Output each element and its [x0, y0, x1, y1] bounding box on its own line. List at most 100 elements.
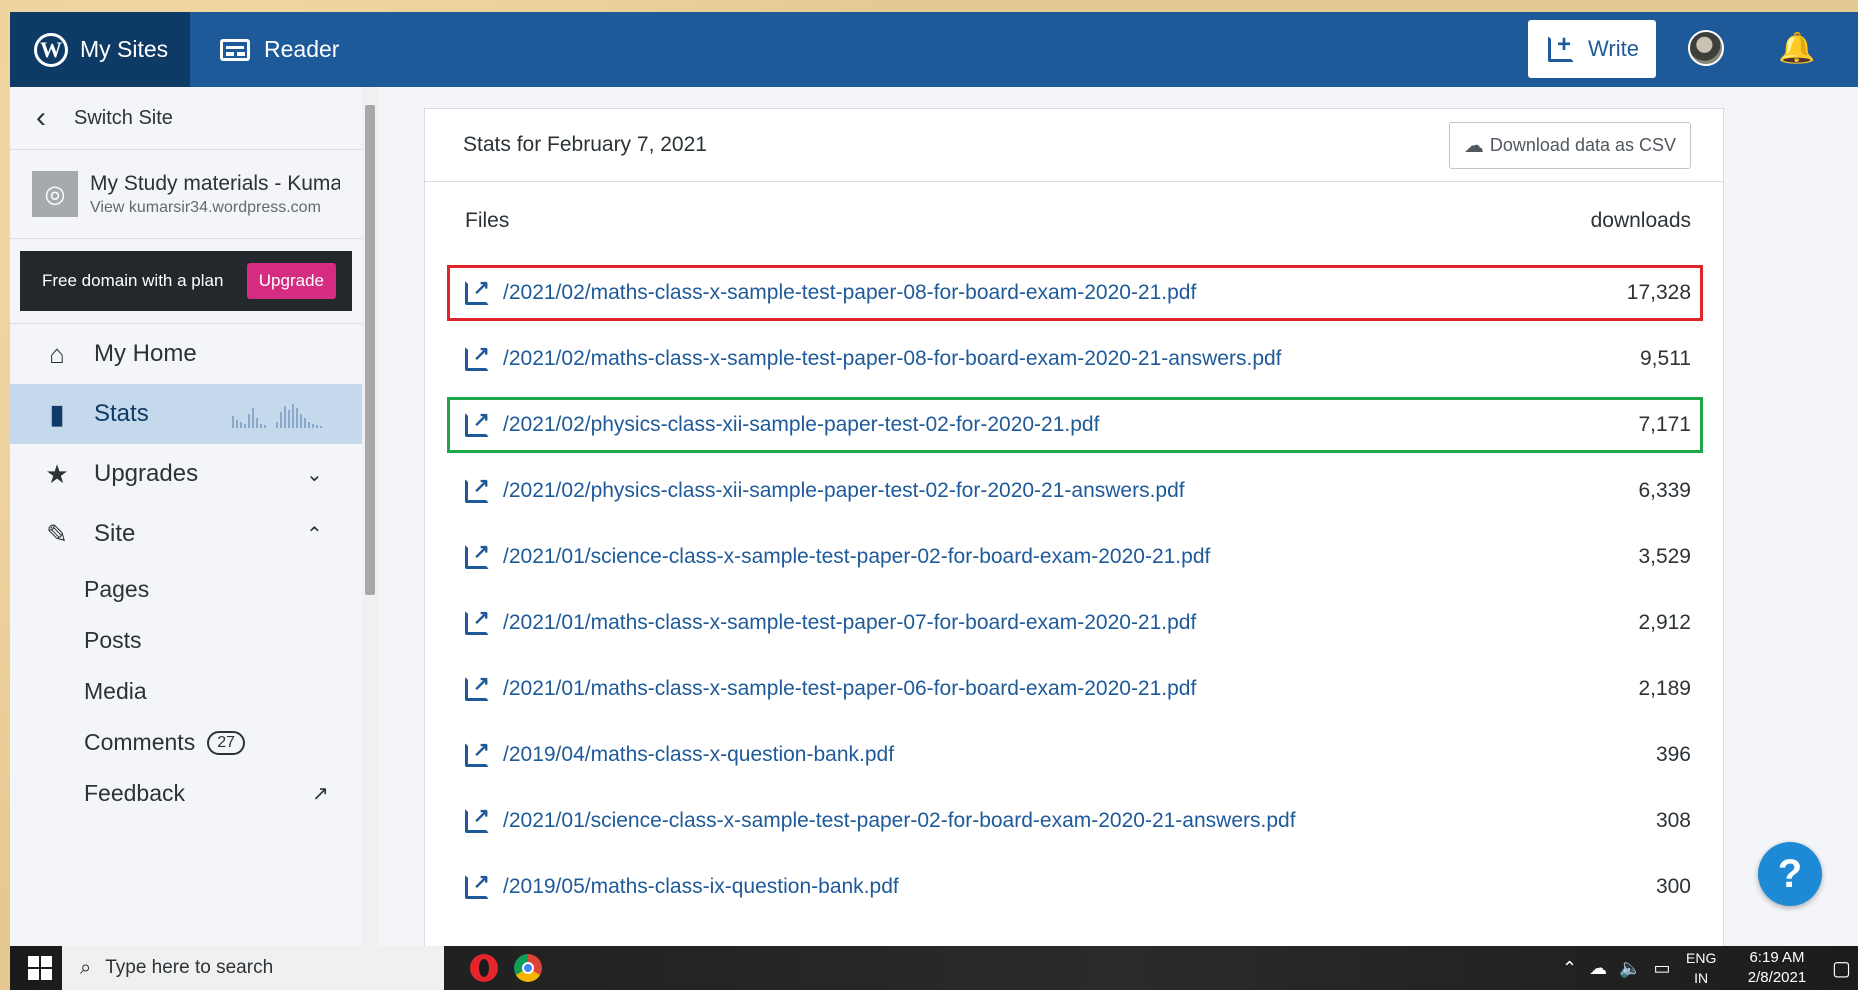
external-link-icon: ↗: [312, 783, 329, 805]
avatar[interactable]: [1688, 30, 1724, 66]
external-link-icon: ↗: [465, 343, 490, 371]
onedrive-icon[interactable]: ☁: [1589, 958, 1607, 979]
switch-site-button[interactable]: ‹ Switch Site: [10, 87, 362, 150]
external-link-icon: ↗: [465, 409, 490, 437]
taskbar-search-input[interactable]: ⌕ Type here to search: [62, 946, 444, 990]
volume-icon[interactable]: 🔈: [1619, 958, 1641, 979]
file-name: /2021/02/physics-class-xii-sample-paper-…: [503, 479, 1185, 502]
wordpress-logo-icon: W: [34, 32, 68, 67]
lang-code: ENG: [1686, 950, 1717, 966]
domain-promo: Free domain with a plan Upgrade: [20, 251, 352, 311]
sidebar-item-label: Pages: [84, 576, 150, 602]
sidebar-item-comments[interactable]: Comments 27: [10, 717, 362, 768]
home-icon: ⌂: [49, 338, 65, 369]
download-csv-button[interactable]: ☁ Download data as CSV: [1448, 121, 1691, 169]
write-button[interactable]: + Write: [1528, 20, 1656, 78]
sidebar-item-label: Stats: [94, 400, 149, 427]
sidebar-item-upgrades[interactable]: ★ Upgrades ⌄: [10, 444, 362, 504]
sidebar-item-my-home[interactable]: ⌂ My Home: [10, 324, 362, 384]
language-indicator[interactable]: ENG IN: [1686, 948, 1716, 988]
globe-icon: ◎: [32, 171, 78, 217]
external-link-icon: ↗: [465, 541, 490, 569]
sidebar-item-stats[interactable]: ▮ Stats: [10, 384, 362, 444]
file-name: /2021/01/maths-class-x-sample-test-paper…: [503, 611, 1197, 634]
notification-center-icon[interactable]: ▢: [1832, 956, 1851, 981]
clock[interactable]: 6:19 AM 2/8/2021: [1722, 948, 1832, 988]
file-name: /2021/02/physics-class-xii-sample-paper-…: [503, 413, 1100, 436]
file-name: /2021/02/maths-class-x-sample-test-paper…: [503, 347, 1282, 370]
stats-card-header: Stats for February 7, 2021 ☁ Download da…: [425, 109, 1723, 182]
stats-sparkline: [232, 404, 322, 428]
sidebar-item-label: Feedback: [84, 780, 186, 806]
sidebar-item-posts[interactable]: Posts: [10, 615, 362, 666]
site-title: My Study materials - Kumar: [90, 171, 340, 195]
notifications-icon[interactable]: 🔔: [1778, 32, 1815, 66]
file-link[interactable]: ↗ /2019/04/maths-class-x-question-bank.pd…: [465, 739, 894, 767]
star-icon: ★: [45, 458, 69, 489]
chevron-down-icon[interactable]: ⌄: [306, 462, 323, 487]
top-bar: W My Sites Reader + Write 🔔: [10, 12, 1858, 87]
file-link[interactable]: ↗ /2021/01/science-class-x-sample-test-pa…: [465, 541, 1210, 569]
file-link[interactable]: ↗ /2021/02/physics-class-xii-sample-paper…: [465, 409, 1100, 437]
external-link-icon: ↗: [465, 277, 490, 305]
promo-text: Free domain with a plan: [42, 271, 224, 290]
file-link[interactable]: ↗ /2021/01/science-class-x-sample-test-pa…: [465, 805, 1296, 833]
help-button[interactable]: ?: [1758, 842, 1822, 906]
external-link-icon: ↗: [465, 607, 490, 635]
download-csv-label: Download data as CSV: [1489, 134, 1676, 155]
sidebar-scrollbar[interactable]: [362, 87, 378, 947]
file-link[interactable]: ↗ /2021/02/maths-class-x-sample-test-pape…: [465, 277, 1197, 305]
sidebar-item-feedback[interactable]: Feedback ↗: [10, 768, 362, 819]
my-sites-button[interactable]: W My Sites: [10, 12, 190, 87]
table-row: ↗ /2021/01/science-class-x-sample-test-pa…: [425, 788, 1723, 854]
chevron-up-icon[interactable]: ⌃: [306, 522, 323, 547]
taskbar: ⌕ Type here to search ⌃ ☁ 🔈 ▭ ENG IN 6:1…: [10, 946, 1858, 990]
upgrade-button[interactable]: Upgrade: [246, 263, 336, 299]
stats-card: Stats for February 7, 2021 ☁ Download da…: [424, 108, 1724, 960]
reader-icon: [220, 38, 250, 61]
chevron-left-icon: ‹: [36, 101, 46, 134]
sidebar-item-pages[interactable]: Pages: [10, 564, 362, 615]
file-link[interactable]: ↗ /2021/01/maths-class-x-sample-test-pape…: [465, 607, 1197, 635]
reader-button[interactable]: Reader: [220, 12, 339, 87]
opera-browser-icon[interactable]: [470, 954, 498, 982]
sidebar: ‹ Switch Site ◎ My Study materials - Kum…: [10, 87, 363, 947]
browser-screen: W My Sites Reader + Write 🔔 ‹ Switch Sit…: [10, 12, 1858, 990]
sidebar-item-label: Posts: [84, 627, 142, 653]
external-link-icon: ↗: [465, 475, 490, 503]
download-count: 2,912: [1638, 611, 1691, 634]
download-count: 3,529: [1638, 545, 1691, 568]
download-count: 7,171: [1638, 413, 1691, 436]
file-name: /2019/05/maths-class-ix-question-bank.pd…: [503, 875, 899, 898]
chevron-up-icon[interactable]: ⌃: [1562, 958, 1577, 979]
table-row: ↗ /2021/02/maths-class-x-sample-test-pape…: [425, 260, 1723, 326]
download-count: 396: [1655, 743, 1691, 766]
sidebar-item-label: Media: [84, 678, 147, 704]
download-count: 6,339: [1638, 479, 1691, 502]
table-row: ↗ /2021/02/maths-class-x-sample-test-pape…: [425, 326, 1723, 392]
windows-start-icon[interactable]: [28, 956, 52, 980]
chrome-browser-icon[interactable]: [514, 954, 542, 982]
external-link-icon: ↗: [465, 805, 490, 833]
file-link[interactable]: ↗ /2021/01/maths-class-x-sample-test-pape…: [465, 673, 1196, 701]
scrollbar-thumb[interactable]: [365, 105, 375, 595]
write-label: Write: [1588, 36, 1639, 61]
network-icon[interactable]: ▭: [1654, 958, 1671, 979]
search-icon: ⌕: [80, 956, 92, 979]
site-url-link[interactable]: View kumarsir34.wordpress.com: [90, 199, 340, 217]
system-tray: ⌃ ☁ 🔈 ▭: [1562, 946, 1683, 990]
external-link-icon: ↗: [465, 673, 490, 701]
clock-date: 2/8/2021: [1747, 969, 1807, 986]
site-card[interactable]: ◎ My Study materials - Kumar View kumars…: [10, 150, 362, 239]
file-name: /2021/02/maths-class-x-sample-test-paper…: [503, 281, 1197, 304]
taskbar-search-placeholder: Type here to search: [105, 957, 274, 978]
sidebar-item-label: Site: [94, 520, 136, 547]
file-link[interactable]: ↗ /2021/02/physics-class-xii-sample-paper…: [465, 475, 1185, 503]
file-link[interactable]: ↗ /2021/02/maths-class-x-sample-test-pape…: [465, 343, 1282, 371]
clock-time: 6:19 AM: [1749, 949, 1805, 966]
region-code: IN: [1694, 970, 1709, 986]
sidebar-item-media[interactable]: Media: [10, 666, 362, 717]
sidebar-item-site[interactable]: ✎ Site ⌃: [10, 504, 362, 564]
pencil-icon: ✎: [46, 518, 68, 549]
file-link[interactable]: ↗ /2019/05/maths-class-ix-question-bank.p…: [465, 871, 899, 899]
